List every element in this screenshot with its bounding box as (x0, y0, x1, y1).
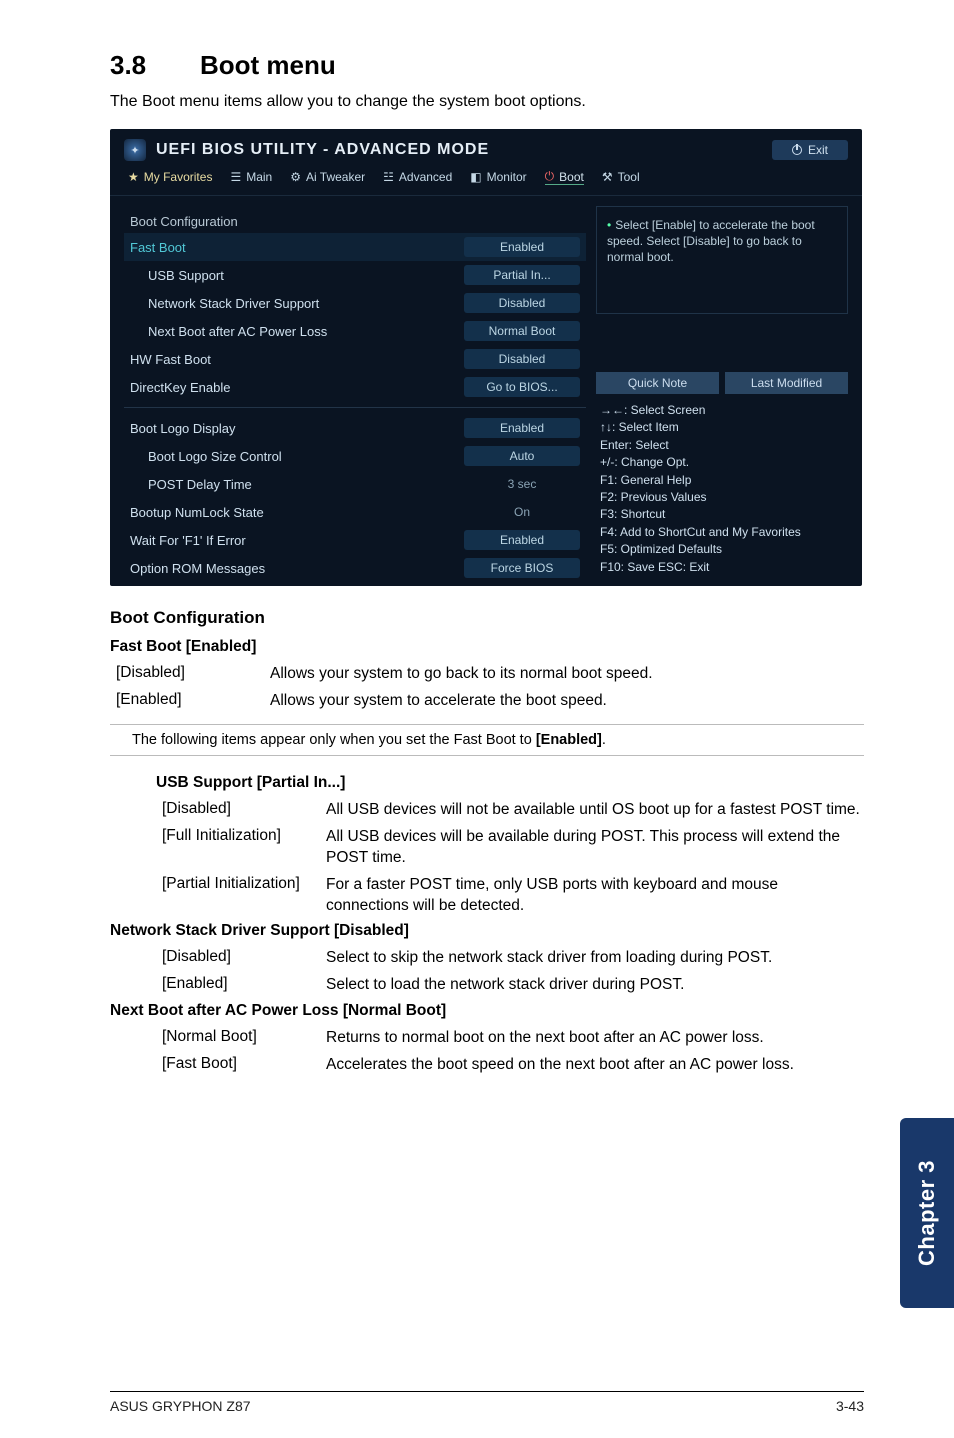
hotkey-row: F2: Previous Values (600, 489, 844, 506)
section-heading-boot-config: Boot Configuration (110, 608, 864, 628)
heading-number: 3.8 (110, 50, 200, 81)
quick-note-button[interactable]: Quick Note (596, 372, 719, 394)
tab-main[interactable]: ☰ Main (230, 169, 272, 185)
hotkey-row: ↑↓: Select Item (600, 419, 844, 436)
row-option-rom[interactable]: Option ROM MessagesForce BIOS (124, 554, 586, 582)
section-heading-usb-support: USB Support [Partial In...] (156, 774, 864, 792)
option-key: [Partial Initialization] (156, 875, 326, 917)
last-modified-button[interactable]: Last Modified (725, 372, 848, 394)
value-numlock[interactable]: On (464, 502, 580, 522)
option-key: [Enabled] (156, 975, 326, 996)
option-row: [Enabled] Select to load the network sta… (156, 975, 864, 996)
hotkey-panel: →←: Select Screen ↑↓: Select Item Enter:… (596, 394, 848, 580)
option-key: [Fast Boot] (156, 1055, 326, 1076)
tab-monitor[interactable]: ◧ Monitor (470, 169, 526, 185)
page-footer: ASUS GRYPHON Z87 3-43 (110, 1391, 864, 1414)
tab-advanced[interactable]: ☳ Advanced (383, 169, 452, 185)
value-usb-support[interactable]: Partial In... (464, 265, 580, 285)
page-heading: 3.8Boot menu (110, 50, 864, 81)
option-desc: Allows your system to accelerate the boo… (270, 691, 864, 712)
bios-tab-bar: ★ My Favorites ☰ Main ⚙ Ai Tweaker ☳ Adv… (110, 163, 862, 196)
value-directkey[interactable]: Go to BIOS... (464, 377, 580, 397)
chapter-tab-label: Chapter 3 (914, 1160, 940, 1266)
footer-page-number: 3-43 (836, 1398, 864, 1414)
power-icon (792, 145, 802, 155)
option-desc: Allows your system to go back to its nor… (270, 664, 864, 685)
row-wait-f1[interactable]: Wait For 'F1' If ErrorEnabled (124, 526, 586, 554)
value-fast-boot[interactable]: Enabled (464, 237, 580, 257)
section-heading-next-boot: Next Boot after AC Power Loss [Normal Bo… (110, 1002, 864, 1020)
hotkey-row: +/-: Change Opt. (600, 454, 844, 471)
help-panel: •Select [Enable] to accelerate the boot … (596, 206, 848, 314)
value-network-stack[interactable]: Disabled (464, 293, 580, 313)
option-row: [Normal Boot] Returns to normal boot on … (156, 1028, 864, 1049)
chapter-tab: Chapter 3 (900, 1118, 954, 1308)
value-boot-logo-size[interactable]: Auto (464, 446, 580, 466)
section-heading-fast-boot: Fast Boot [Enabled] (110, 638, 864, 656)
option-desc: All USB devices will not be available un… (326, 800, 864, 821)
hotkey-row: F1: General Help (600, 472, 844, 489)
row-hw-fast-boot[interactable]: HW Fast BootDisabled (124, 345, 586, 373)
hotkey-row: →←: Select Screen (600, 402, 844, 419)
note-text: The following items appear only when you… (132, 732, 606, 748)
row-boot-logo-size[interactable]: Boot Logo Size ControlAuto (124, 442, 586, 470)
option-row: [Fast Boot] Accelerates the boot speed o… (156, 1055, 864, 1076)
option-key: [Disabled] (156, 800, 326, 821)
row-fast-boot[interactable]: Fast BootEnabled (124, 233, 586, 261)
hotkey-row: F3: Shortcut (600, 506, 844, 523)
value-boot-logo[interactable]: Enabled (464, 418, 580, 438)
section-heading-network-stack: Network Stack Driver Support [Disabled] (110, 922, 864, 940)
option-row: [Full Initialization] All USB devices wi… (156, 827, 864, 869)
section-boot-configuration: Boot Configuration (124, 206, 586, 233)
heading-title: Boot menu (200, 50, 336, 80)
row-numlock[interactable]: Bootup NumLock StateOn (124, 498, 586, 526)
exit-button[interactable]: Exit (772, 140, 848, 160)
option-desc: Select to load the network stack driver … (326, 975, 864, 996)
option-key: [Disabled] (110, 664, 270, 685)
exit-label: Exit (808, 143, 828, 157)
option-desc: Accelerates the boot speed on the next b… (326, 1055, 864, 1076)
value-post-delay[interactable]: 3 sec (464, 474, 580, 494)
page-subtitle: The Boot menu items allow you to change … (110, 93, 864, 111)
option-desc: All USB devices will be available during… (326, 827, 864, 869)
option-key: [Disabled] (156, 948, 326, 969)
uefi-logo-icon: ✦ (124, 139, 146, 161)
option-row: [Disabled] Select to skip the network st… (156, 948, 864, 969)
row-next-boot[interactable]: Next Boot after AC Power LossNormal Boot (124, 317, 586, 345)
row-directkey[interactable]: DirectKey EnableGo to BIOS... (124, 373, 586, 401)
option-row: [Partial Initialization] For a faster PO… (156, 875, 864, 917)
hotkey-row: F5: Optimized Defaults (600, 541, 844, 558)
bios-title: UEFI BIOS UTILITY - ADVANCED MODE (156, 141, 772, 159)
row-usb-support[interactable]: USB SupportPartial In... (124, 261, 586, 289)
option-key: [Full Initialization] (156, 827, 326, 869)
option-row: [Enabled] Allows your system to accelera… (110, 691, 864, 712)
row-post-delay[interactable]: POST Delay Time3 sec (124, 470, 586, 498)
option-row: [Disabled] All USB devices will not be a… (156, 800, 864, 821)
tab-my-favorites[interactable]: ★ My Favorites (128, 169, 212, 185)
hotkey-row: F10: Save ESC: Exit (600, 559, 844, 576)
option-key: [Enabled] (110, 691, 270, 712)
option-desc: Select to skip the network stack driver … (326, 948, 864, 969)
divider (124, 407, 586, 408)
value-next-boot[interactable]: Normal Boot (464, 321, 580, 341)
option-row: [Disabled] Allows your system to go back… (110, 664, 864, 685)
tab-tool[interactable]: ⚒ Tool (602, 169, 640, 185)
row-boot-logo-display[interactable]: Boot Logo DisplayEnabled (124, 414, 586, 442)
row-network-stack[interactable]: Network Stack Driver SupportDisabled (124, 289, 586, 317)
option-desc: For a faster POST time, only USB ports w… (326, 875, 864, 917)
help-text: Select [Enable] to accelerate the boot s… (607, 218, 815, 264)
footer-product: ASUS GRYPHON Z87 (110, 1398, 251, 1414)
value-wait-f1[interactable]: Enabled (464, 530, 580, 550)
value-option-rom[interactable]: Force BIOS (464, 558, 580, 578)
bios-screenshot: ✦ UEFI BIOS UTILITY - ADVANCED MODE Exit… (110, 129, 862, 586)
note-block: The following items appear only when you… (110, 724, 864, 756)
tab-boot[interactable]: ⏻ Boot (545, 169, 584, 185)
tab-ai-tweaker[interactable]: ⚙ Ai Tweaker (290, 169, 365, 185)
hotkey-row: F4: Add to ShortCut and My Favorites (600, 524, 844, 541)
option-key: [Normal Boot] (156, 1028, 326, 1049)
hotkey-row: Enter: Select (600, 437, 844, 454)
value-hw-fast-boot[interactable]: Disabled (464, 349, 580, 369)
option-desc: Returns to normal boot on the next boot … (326, 1028, 864, 1049)
